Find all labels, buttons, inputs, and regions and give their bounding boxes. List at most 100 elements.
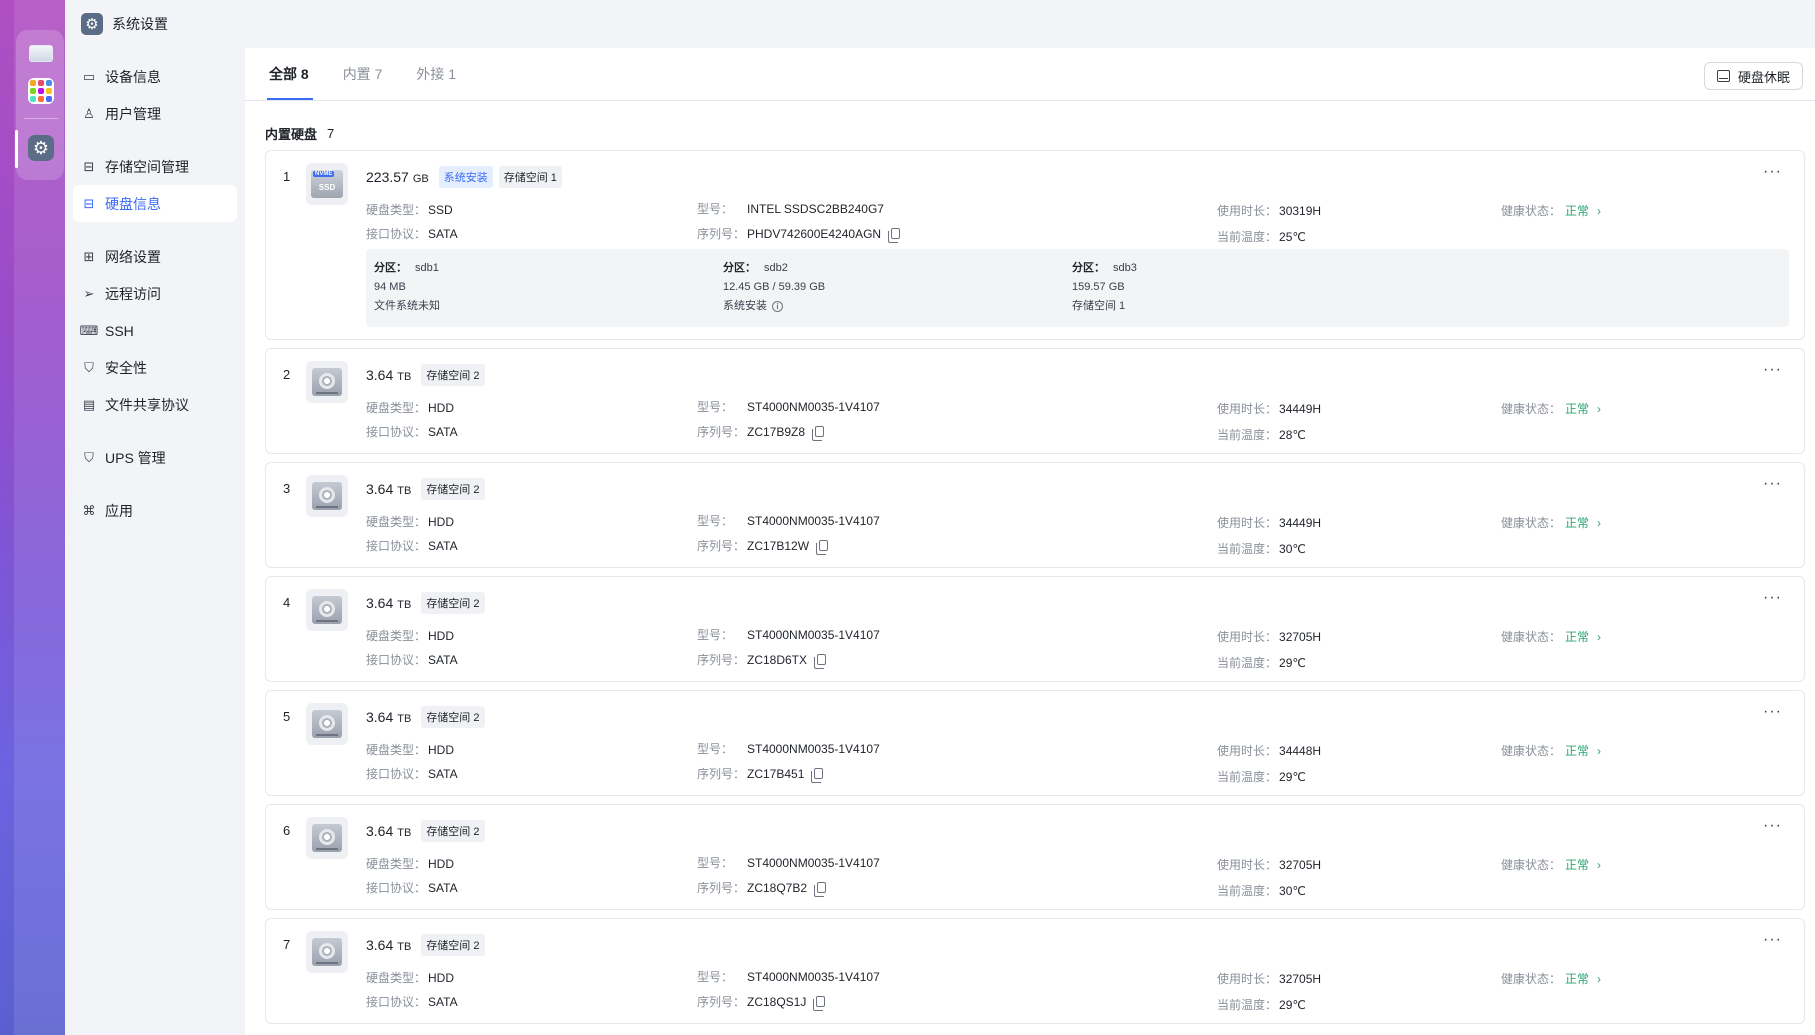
disk-type-field: 硬盘类型： HDD [366, 970, 455, 986]
health-field: 健康状态： 正常 › [1501, 971, 1602, 987]
window-title: 系统设置 [112, 16, 168, 32]
sidebar-item-label: 文件共享协议 [105, 396, 189, 413]
hdd-icon [306, 361, 348, 403]
copy-icon[interactable] [813, 996, 826, 1011]
chevron-right-icon[interactable]: › [1597, 858, 1601, 872]
disk-capacity: 3.64 TB 存储空间 2 [366, 706, 485, 729]
health-status: 正常 [1565, 630, 1590, 644]
copy-icon[interactable] [814, 882, 827, 897]
chevron-right-icon[interactable]: › [1597, 972, 1601, 986]
sidebar-item-network[interactable]: ⊞ 网络设置 [73, 238, 237, 275]
hdd-icon [306, 703, 348, 745]
active-app-indicator [15, 130, 18, 168]
chevron-right-icon[interactable]: › [1597, 630, 1601, 644]
settings-window: ⚙ 系统设置 ▭ 设备信息 ♙ 用户管理 ⊟ 存储空间管理 ⊟ 硬盘信息 ⊞ 网… [65, 0, 1815, 1035]
chevron-right-icon[interactable]: › [1597, 204, 1601, 218]
device-icon: ▭ [82, 68, 96, 84]
tab-internal[interactable]: 内置 7 [343, 48, 383, 100]
copy-icon[interactable] [814, 654, 827, 669]
sidebar-item-remote[interactable]: ➢ 远程访问 [73, 275, 237, 312]
sidebar-item-storage[interactable]: ⊟ 存储空间管理 [73, 148, 237, 185]
temperature-field: 当前温度： 30℃ [1217, 541, 1306, 557]
sidebar-item-disk-info[interactable]: ⊟ 硬盘信息 [73, 185, 237, 222]
disk-card: 3 3.64 TB 存储空间 2 硬盘类型： HDD 接口协议： SATA 型号： S… [265, 462, 1805, 568]
serial-field: 序列号： ZC18Q7B2 [697, 879, 827, 897]
health-status: 正常 [1565, 858, 1590, 872]
disk-card: 5 3.64 TB 存储空间 2 硬盘类型： HDD 接口协议： SATA 型号： S… [265, 690, 1805, 796]
health-status: 正常 [1565, 516, 1590, 530]
section-title: 内置硬盘 7 [265, 126, 335, 142]
tab-bar: 全部 8 内置 7 外接 1 [267, 48, 490, 100]
temperature-field: 当前温度： 28℃ [1217, 427, 1306, 443]
send-icon: ➢ [83, 285, 95, 301]
sidebar-item-security[interactable]: ⛉ 安全性 [73, 349, 237, 386]
tab-external[interactable]: 外接 1 [416, 48, 456, 100]
disk-number: 7 [283, 937, 291, 952]
sidebar-item-ups[interactable]: ⛉ UPS 管理 [73, 439, 237, 476]
disk-type-field: 硬盘类型： HDD [366, 856, 455, 872]
more-icon[interactable]: ··· [1763, 817, 1782, 835]
sidebar-item-apps[interactable]: ⌘ 应用 [73, 492, 237, 529]
chevron-right-icon[interactable]: › [1597, 516, 1601, 530]
health-status: 正常 [1565, 402, 1590, 416]
health-field: 健康状态： 正常 › [1501, 401, 1602, 417]
more-icon[interactable]: ··· [1763, 703, 1782, 721]
document-icon: ▤ [82, 396, 96, 412]
pool-badge: 存储空间 2 [421, 934, 485, 956]
disk-card: 6 3.64 TB 存储空间 2 硬盘类型： HDD 接口协议： SATA 型号： S… [265, 804, 1805, 910]
sidebar-item-file-share[interactable]: ▤ 文件共享协议 [73, 386, 237, 423]
disk-number: 4 [283, 595, 291, 610]
ups-shield-icon: ⛉ [84, 449, 94, 465]
interface-field: 接口协议： SATA [366, 424, 458, 440]
sidebar-item-ssh[interactable]: ⌨ SSH [73, 312, 237, 349]
copy-icon[interactable] [812, 426, 825, 441]
hdd-icon [306, 931, 348, 973]
disk-sleep-button[interactable]: 硬盘休眠 [1703, 62, 1803, 90]
disk-type-field: 硬盘类型： HDD [366, 628, 455, 644]
tab-all[interactable]: 全部 8 [267, 48, 313, 100]
sidebar-item-label: 应用 [105, 502, 133, 519]
serial-field: 序列号： ZC17B12W [697, 537, 829, 555]
temperature-field: 当前温度： 25℃ [1217, 229, 1306, 245]
disk-capacity: 3.64 TB 存储空间 2 [366, 820, 485, 843]
terminal-icon: ⌨ [79, 322, 99, 338]
copy-icon[interactable] [811, 768, 824, 783]
disk-icon [1716, 70, 1730, 82]
more-icon[interactable]: ··· [1763, 163, 1782, 181]
more-icon[interactable]: ··· [1763, 589, 1782, 607]
disk-capacity: 3.64 TB 存储空间 2 [366, 478, 485, 501]
sidebar-item-device-info[interactable]: ▭ 设备信息 [73, 58, 237, 95]
uptime-field: 使用时长： 32705H [1217, 629, 1322, 645]
interface-field: 接口协议： SATA [366, 994, 458, 1010]
disk-card: 4 3.64 TB 存储空间 2 硬盘类型： HDD 接口协议： SATA 型号： S… [265, 576, 1805, 682]
sidebar-item-user-mgmt[interactable]: ♙ 用户管理 [73, 95, 237, 132]
disk-capacity: 3.64 TB 存储空间 2 [366, 934, 485, 957]
health-field: 健康状态： 正常 › [1501, 857, 1602, 873]
more-icon[interactable]: ··· [1763, 475, 1782, 493]
info-icon[interactable]: i [772, 301, 783, 312]
settings-app-icon[interactable]: ⚙ [28, 135, 54, 161]
chevron-right-icon[interactable]: › [1597, 744, 1601, 758]
app-center-icon[interactable] [28, 78, 54, 104]
serial-field: 序列号： ZC17B451 [697, 765, 824, 783]
chevron-right-icon[interactable]: › [1597, 402, 1601, 416]
model-field: 型号： ST4000NM0035-1V4107 [697, 969, 880, 985]
serial-field: 序列号： ZC18D6TX [697, 651, 827, 669]
disk-card: 1 NVME SSD 223.57 GB 系统安装 存储空间 1 硬盘类型： SSD… [265, 150, 1805, 340]
monitor-app-icon[interactable] [28, 40, 54, 66]
gear-icon: ⚙ [81, 13, 103, 35]
uptime-field: 使用时长： 32705H [1217, 857, 1322, 873]
serial-field: 序列号： ZC18QS1J [697, 993, 826, 1011]
more-icon[interactable]: ··· [1763, 361, 1782, 379]
uptime-field: 使用时长： 30319H [1217, 203, 1322, 219]
copy-icon[interactable] [888, 228, 901, 243]
hdd-icon [306, 475, 348, 517]
copy-icon[interactable] [816, 540, 829, 555]
interface-field: 接口协议： SATA [366, 880, 458, 896]
uptime-field: 使用时长： 34448H [1217, 743, 1322, 759]
more-icon[interactable]: ··· [1763, 931, 1782, 949]
uptime-field: 使用时长： 34449H [1217, 515, 1322, 531]
sidebar-item-label: 网络设置 [105, 248, 161, 265]
model-field: 型号： ST4000NM0035-1V4107 [697, 741, 880, 757]
disk-number: 1 [283, 169, 291, 184]
